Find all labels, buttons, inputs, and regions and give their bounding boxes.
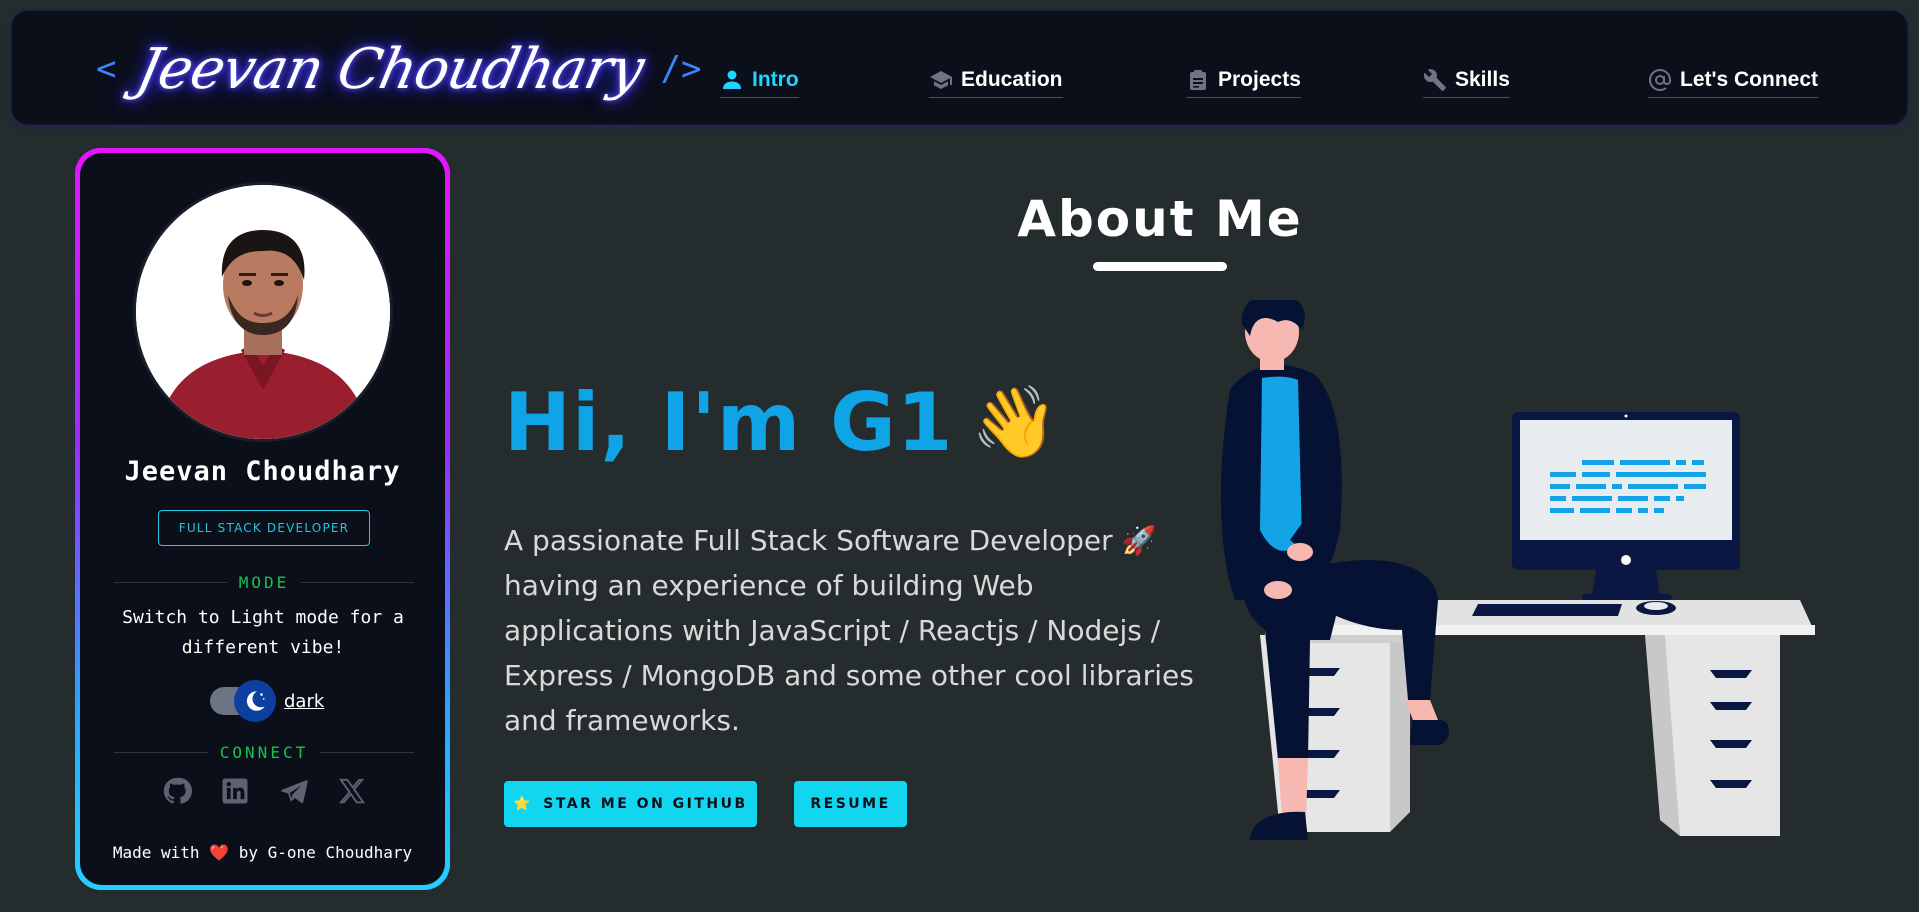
profile-name: Jeevan Choudhary [124, 456, 401, 487]
nav-link-label: Skills [1455, 67, 1510, 91]
social-links [162, 775, 367, 807]
at-sign-icon [1649, 68, 1671, 91]
resume-label: RESUME [810, 796, 891, 812]
moon-icon [234, 680, 276, 722]
nav-link-projects[interactable]: Projects [1186, 64, 1301, 98]
profile-card: Jeevan Choudhary FULL STACK DEVELOPER MO… [75, 148, 450, 890]
nav-link-label: Intro [752, 67, 799, 91]
role-badge: FULL STACK DEVELOPER [158, 510, 370, 546]
star-on-github-button[interactable]: ⭐ STAR ME ON GITHUB [504, 781, 757, 827]
nav-link-label: Let's Connect [1680, 67, 1819, 91]
avatar-photo [136, 185, 390, 439]
github-icon[interactable] [162, 776, 192, 806]
made-with-footer: Made with ❤️ by G-one Choudhary [80, 843, 445, 862]
developer-at-desk-illustration [1220, 300, 1815, 840]
nav-link-lets-connect[interactable]: Let's Connect [1648, 64, 1819, 98]
section-title-underline [1093, 262, 1227, 271]
nav-link-skills[interactable]: Skills [1423, 64, 1510, 98]
top-navbar: < Jeevan Choudhary /> Intro Education Pr… [12, 11, 1907, 124]
theme-toggle-row: dark [210, 680, 324, 722]
graduation-cap-icon [930, 70, 952, 89]
star-on-github-label: STAR ME ON GITHUB [543, 796, 748, 812]
heart-icon: ❤️ [209, 843, 230, 862]
wrench-icon [1423, 68, 1446, 91]
nav-links: Intro Education Projects Skills Let's Co… [12, 11, 1907, 124]
nav-link-label: Projects [1218, 67, 1301, 91]
x-icon[interactable] [337, 776, 367, 806]
person-icon [723, 70, 741, 89]
connect-heading: CONNECT [219, 742, 309, 762]
connect-divider: CONNECT [114, 742, 414, 762]
nav-link-education[interactable]: Education [929, 64, 1063, 98]
profile-card-body: Jeevan Choudhary FULL STACK DEVELOPER MO… [80, 153, 445, 885]
nav-link-intro[interactable]: Intro [720, 64, 799, 98]
mode-heading: MODE [238, 572, 290, 592]
resume-button[interactable]: RESUME [794, 781, 907, 827]
bio-paragraph: A passionate Full Stack Software Develop… [504, 524, 1194, 737]
section-title: About Me [1017, 190, 1303, 248]
linkedin-icon[interactable] [220, 776, 250, 806]
theme-toggle[interactable] [210, 680, 276, 722]
nav-link-label: Education [961, 67, 1063, 91]
star-icon: ⭐ [513, 796, 534, 812]
avatar [136, 185, 390, 439]
telegram-icon[interactable] [279, 776, 309, 806]
greeting-heading: Hi, I'm G1 👋 [504, 372, 1060, 472]
clipboard-icon [1190, 69, 1206, 90]
theme-toggle-label[interactable]: dark [284, 691, 324, 712]
mode-divider: MODE [114, 572, 414, 592]
mode-description: Switch to Light mode for a different vib… [122, 607, 404, 658]
waving-hand-icon: 👋 [971, 380, 1060, 463]
greeting-text: Hi, I'm G1 [504, 375, 954, 469]
footer-suffix: by G-one Choudhary [238, 843, 413, 862]
footer-prefix: Made with [112, 843, 200, 862]
